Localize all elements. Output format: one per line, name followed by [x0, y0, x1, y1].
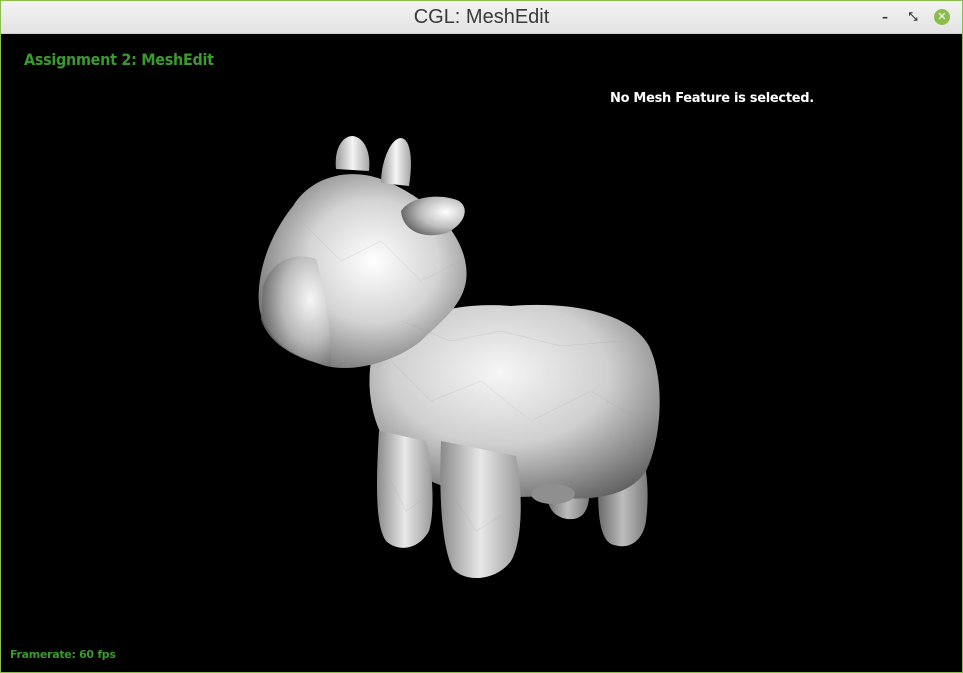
minimize-button[interactable]: – [877, 9, 893, 25]
assignment-title: Assignment 2: MeshEdit [24, 50, 214, 69]
app-window: CGL: MeshEdit – ⤡ ✕ Assignment 2: MeshEd… [0, 0, 963, 673]
framerate-label: Framerate: 60 fps [10, 648, 116, 661]
title-bar[interactable]: CGL: MeshEdit – ⤡ ✕ [1, 1, 962, 34]
close-button[interactable]: ✕ [934, 9, 950, 25]
mesh-viewport[interactable]: Assignment 2: MeshEdit No Mesh Feature i… [1, 34, 962, 672]
maximize-button[interactable]: ⤡ [905, 9, 921, 25]
selection-status: No Mesh Feature is selected. [610, 91, 814, 106]
window-title: CGL: MeshEdit [413, 6, 550, 28]
cow-mesh[interactable] [1, 34, 962, 672]
